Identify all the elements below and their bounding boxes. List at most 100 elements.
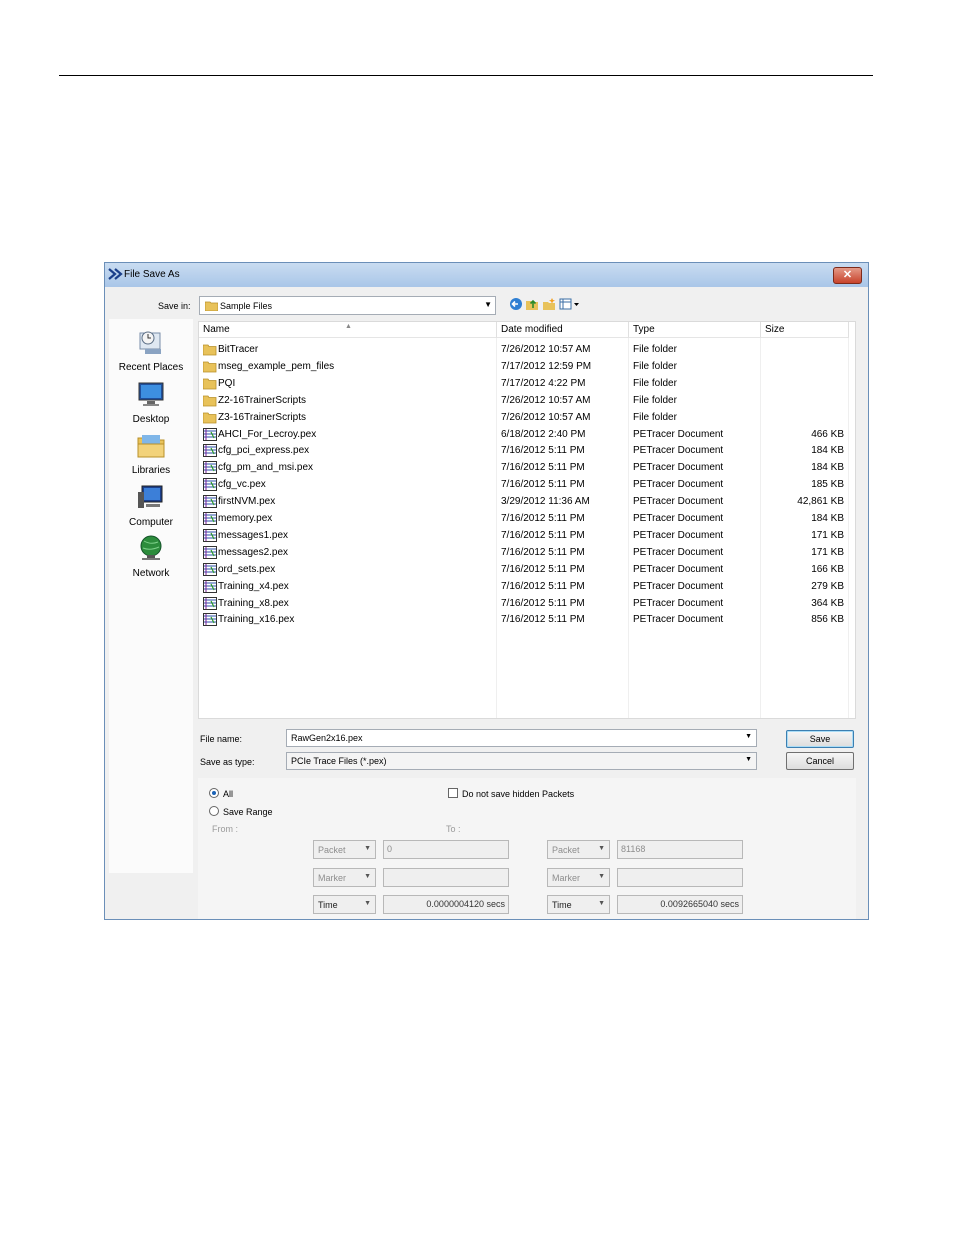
to-time-input[interactable]: 0.0092665040 secs — [617, 895, 743, 914]
file-save-as-dialog: File Save As ✕ Save in: Sample Files ▼ R… — [104, 262, 869, 920]
file-row[interactable]: messages2.pex 7/16/2012 5:11 PM PETracer D… — [199, 544, 855, 561]
to-marker-input[interactable] — [617, 868, 743, 887]
save-options-panel: All Save Range Do not save hidden Packet… — [198, 778, 856, 919]
to-time-unit[interactable]: Time ▼ — [547, 895, 610, 914]
date-modified-cell: 7/16/2012 5:11 PM — [501, 479, 585, 491]
petracer-document-icon — [203, 495, 217, 509]
place-recent-places[interactable]: Recent Places — [109, 327, 193, 373]
file-name-input[interactable]: RawGen2x16.pex ▼ — [286, 729, 757, 747]
file-name-label: File name: — [200, 734, 243, 744]
chevron-down-icon: ▼ — [598, 900, 605, 907]
close-button[interactable]: ✕ — [833, 267, 862, 284]
date-modified-cell: 6/18/2012 2:40 PM — [501, 428, 586, 440]
place-network[interactable]: Network — [109, 533, 193, 579]
petracer-document-icon — [203, 427, 217, 441]
hidden-packets-checkbox[interactable] — [448, 788, 458, 798]
column-header-name[interactable]: Name ▲ — [199, 322, 497, 338]
file-row[interactable]: cfg_pm_and_msi.pex 7/16/2012 5:11 PM PETra… — [199, 459, 855, 476]
recent-places-icon — [139, 331, 161, 354]
place-computer[interactable]: Computer — [109, 482, 193, 528]
file-row[interactable]: AHCI_For_Lecroy.pex 6/18/2012 2:40 PM PETr… — [199, 426, 855, 443]
back-arrow-icon[interactable] — [509, 297, 523, 311]
file-row[interactable]: messages1.pex 7/16/2012 5:11 PM PETracer D… — [199, 527, 855, 544]
dialog-titlebar[interactable]: File Save As ✕ — [105, 263, 868, 287]
save-in-value: Sample Files — [220, 301, 273, 311]
from-marker-unit[interactable]: Marker ▼ — [313, 868, 376, 887]
file-size-cell: 279 KB — [811, 580, 844, 592]
file-size-cell: 42,861 KB — [797, 496, 844, 508]
from-time-unit[interactable]: Time ▼ — [313, 895, 376, 914]
save-in-dropdown[interactable]: Sample Files ▼ — [199, 296, 496, 315]
file-type-cell: PETracer Document — [633, 580, 724, 592]
date-modified-cell: 7/16/2012 5:11 PM — [501, 445, 585, 457]
file-size-cell: 166 KB — [811, 563, 844, 575]
to-packet-unit[interactable]: Packet ▼ — [547, 840, 610, 859]
date-modified-cell: 7/16/2012 5:11 PM — [501, 546, 585, 558]
place-libraries[interactable]: Libraries — [109, 430, 193, 476]
file-row[interactable]: cfg_vc.pex 7/16/2012 5:11 PM PETracer Docu… — [199, 476, 855, 493]
file-size-cell: 171 KB — [811, 546, 844, 558]
column-header-size[interactable]: Size — [761, 322, 849, 338]
file-list[interactable]: Name ▲ Date modified Type Size BitTracer… — [198, 321, 856, 719]
file-size-cell: 184 KB — [811, 462, 844, 474]
date-modified-cell: 7/17/2012 4:22 PM — [501, 377, 586, 389]
file-row[interactable]: Training_x16.pex 7/16/2012 5:11 PM PETrace… — [199, 611, 855, 628]
place-label: Libraries — [131, 465, 171, 476]
column-header-label: Name — [203, 324, 230, 335]
file-row[interactable]: ord_sets.pex 7/16/2012 5:11 PM PETracer Do… — [199, 561, 855, 578]
date-modified-cell: 7/26/2012 10:57 AM — [501, 394, 591, 406]
unit-value: Marker — [318, 873, 347, 883]
file-type-cell: File folder — [633, 411, 677, 423]
chevron-down-icon: ▼ — [364, 845, 371, 852]
save-button[interactable]: Save — [786, 730, 854, 748]
column-header-type[interactable]: Type — [629, 322, 761, 338]
file-row[interactable]: Z2-16TrainerScripts 7/26/2012 10:57 AM Fil… — [199, 392, 855, 409]
file-row[interactable]: Training_x4.pex 7/16/2012 5:11 PM PETracer… — [199, 578, 855, 595]
view-menu-icon[interactable] — [559, 297, 581, 311]
page-header-rule — [59, 75, 873, 76]
from-packet-input[interactable]: 0 — [383, 840, 509, 859]
petracer-document-icon — [203, 512, 217, 525]
file-row[interactable]: Z3-16TrainerScripts 7/26/2012 10:57 AM Fil… — [199, 409, 855, 426]
cancel-button[interactable]: Cancel — [786, 752, 854, 770]
file-row[interactable]: memory.pex 7/16/2012 5:11 PM PETracer Docu… — [199, 510, 855, 527]
unit-value: Time — [318, 900, 338, 910]
new-folder-icon[interactable] — [542, 297, 556, 311]
folder-icon — [203, 344, 217, 356]
network-globe-icon — [140, 535, 162, 560]
save-as-type-label: Save as type: — [200, 757, 255, 767]
file-name-cell: mseg_example_pem_files — [218, 360, 335, 372]
up-folder-icon[interactable] — [525, 297, 539, 311]
place-desktop[interactable]: Desktop — [109, 379, 193, 425]
file-name-cell: Training_x8.pex — [218, 597, 289, 609]
date-modified-cell: 7/16/2012 5:11 PM — [501, 580, 585, 592]
file-row[interactable]: BitTracer 7/26/2012 10:57 AM File folder — [199, 341, 855, 358]
to-marker-unit[interactable]: Marker ▼ — [547, 868, 610, 887]
file-name-cell: memory.pex — [218, 513, 273, 524]
save-as-type-dropdown[interactable]: PCIe Trace Files (*.pex) ▼ — [286, 752, 757, 770]
from-marker-input[interactable] — [383, 868, 509, 887]
petracer-document-icon — [203, 444, 217, 458]
save-range-radio[interactable] — [209, 806, 219, 816]
file-row[interactable]: Training_x8.pex 7/16/2012 5:11 PM PETracer… — [199, 595, 855, 612]
file-row[interactable]: cfg_pci_express.pex 7/16/2012 5:11 PM PETr… — [199, 442, 855, 459]
file-size-cell: 184 KB — [811, 445, 844, 457]
to-packet-input[interactable]: 81168 — [617, 840, 743, 859]
from-time-input[interactable]: 0.0000004120 secs — [383, 895, 509, 914]
file-row[interactable]: PQI 7/17/2012 4:22 PM File folder — [199, 375, 855, 392]
folder-icon — [203, 361, 217, 373]
file-row[interactable]: firstNVM.pex 3/29/2012 11:36 AM PETracer D… — [199, 493, 855, 510]
from-packet-unit[interactable]: Packet ▼ — [313, 840, 376, 859]
desktop-icon — [138, 382, 164, 406]
input-value: 0 — [387, 844, 393, 854]
column-header-date[interactable]: Date modified — [497, 322, 629, 338]
file-name-value: RawGen2x16.pex — [291, 733, 363, 743]
file-name-cell: Z2-16TrainerScripts — [218, 394, 306, 406]
file-type-cell: PETracer Document — [633, 563, 724, 575]
all-label: All — [223, 789, 234, 799]
folder-icon — [203, 412, 217, 423]
file-size-cell: 171 KB — [811, 529, 844, 541]
all-radio[interactable] — [209, 788, 219, 798]
file-row[interactable]: mseg_example_pem_files 7/17/2012 12:59 PM… — [199, 358, 855, 375]
from-label: From : — [212, 824, 238, 834]
